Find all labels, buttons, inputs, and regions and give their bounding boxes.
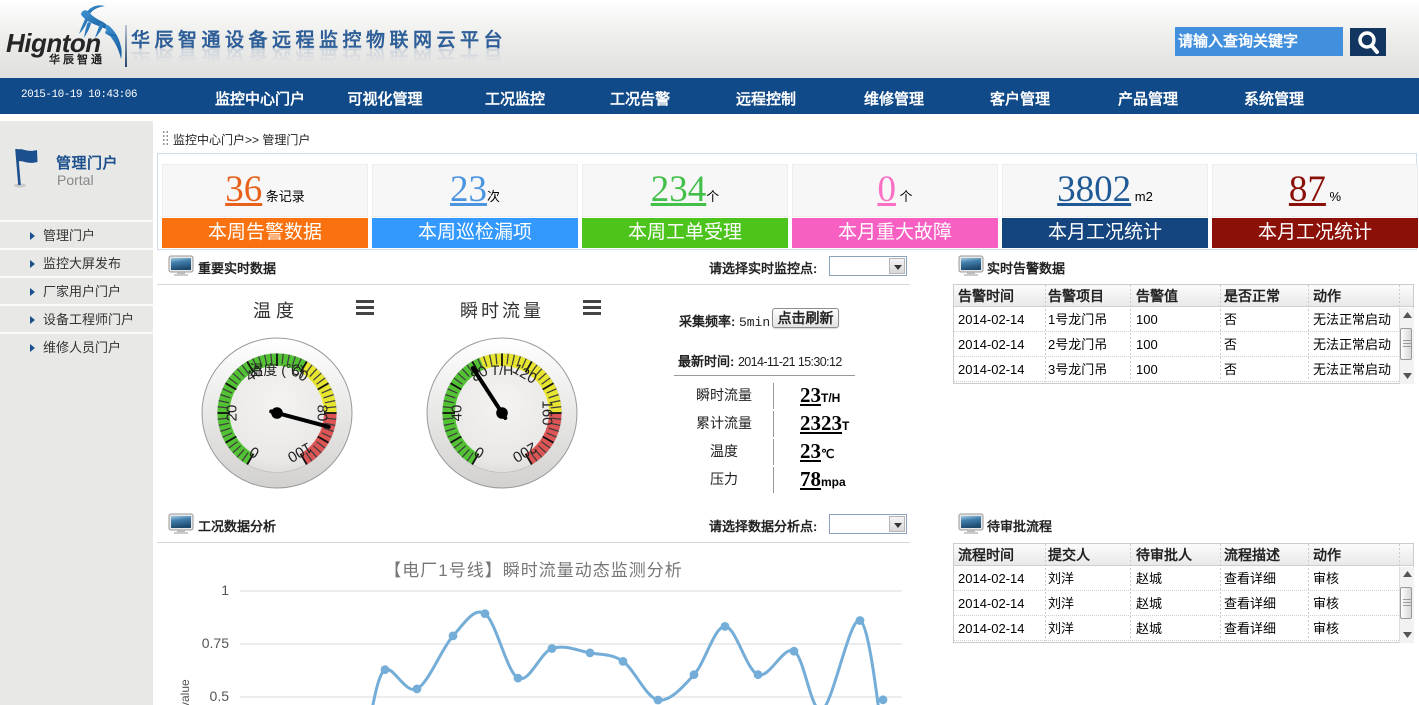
svg-text:T/H: T/H xyxy=(491,362,514,378)
svg-text:温度 (℃): 温度 (℃) xyxy=(249,362,304,378)
svg-text:0.75: 0.75 xyxy=(202,635,229,651)
svg-text:160: 160 xyxy=(539,400,556,425)
svg-text:80: 80 xyxy=(314,405,331,422)
svg-text:40: 40 xyxy=(449,405,466,422)
svg-text:0.5: 0.5 xyxy=(210,688,230,704)
svg-text:20: 20 xyxy=(224,405,241,422)
svg-text:value: value xyxy=(178,679,192,705)
svg-text:1: 1 xyxy=(221,582,229,598)
